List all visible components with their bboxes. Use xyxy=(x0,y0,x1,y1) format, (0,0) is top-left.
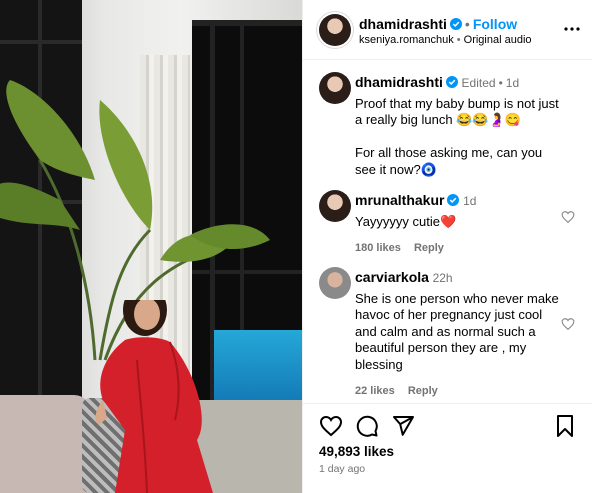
follow-button[interactable]: Follow xyxy=(473,16,517,32)
comments-list[interactable]: dhamidrashti Edited • 1d Proof that my bab… xyxy=(303,60,592,403)
caption-body: dhamidrashti Edited • 1d Proof that my bab… xyxy=(355,74,565,178)
verified-badge-icon xyxy=(445,76,458,88)
bookmark-icon[interactable] xyxy=(553,414,577,438)
author-line: dhamidrashti • Follow xyxy=(359,16,517,32)
caption-meta: dhamidrashti Edited • 1d xyxy=(355,74,565,92)
comment-text: She is one person who never make havoc o… xyxy=(355,290,563,372)
caption-avatar[interactable] xyxy=(319,72,351,104)
photo-sofa xyxy=(0,395,92,493)
caption-time[interactable]: 1d xyxy=(506,76,519,90)
comment-actions: 22 likes Reply xyxy=(355,383,565,400)
caption-edited: Edited xyxy=(461,76,496,90)
post-side-panel: dhamidrashti • Follow kseniya.romanchuk • Or… xyxy=(302,0,592,493)
reply-button[interactable]: Reply xyxy=(414,242,444,254)
separator-dot: • xyxy=(464,16,470,32)
comment-body: carviarkola 22h She is one person who ne… xyxy=(355,269,565,400)
separator-dot: • xyxy=(456,34,461,46)
caption-item: dhamidrashti Edited • 1d Proof that my bab… xyxy=(319,72,581,182)
comment-meta: carviarkola 22h xyxy=(355,269,565,287)
comment-text: Yayyyyyy cutie❤️ xyxy=(355,213,457,229)
photo-woman xyxy=(95,300,213,493)
comment-username[interactable]: carviarkola xyxy=(355,269,429,285)
post-footer: 49,893 likes 1 day ago xyxy=(303,403,592,493)
author-username[interactable]: dhamidrashti xyxy=(359,16,447,32)
comment-like-heart-icon[interactable] xyxy=(561,210,575,224)
caption-username[interactable]: dhamidrashti xyxy=(355,74,443,90)
post-likes-count[interactable]: 49,893 likes xyxy=(319,444,394,459)
caption-text: Proof that my baby bump is not just a re… xyxy=(355,95,559,177)
separator-dot: • xyxy=(498,76,503,90)
author-avatar[interactable] xyxy=(319,14,351,46)
audio-line: kseniya.romanchuk • Original audio xyxy=(359,34,532,46)
comment-meta: mrunalthakur 1d xyxy=(355,192,565,210)
comment-item: carviarkola 22h She is one person who ne… xyxy=(319,267,581,397)
comment-time[interactable]: 1d xyxy=(463,194,476,208)
commenter-avatar[interactable] xyxy=(319,267,351,299)
send-icon[interactable] xyxy=(391,414,415,438)
verified-badge-icon xyxy=(447,194,460,206)
comment-username[interactable]: mrunalthakur xyxy=(355,192,444,208)
comment-time[interactable]: 22h xyxy=(433,271,453,285)
comment-body: mrunalthakur 1d Yayyyyyy cutie❤️ 180 lik… xyxy=(355,192,565,257)
post-header: dhamidrashti • Follow kseniya.romanchuk • Or… xyxy=(303,0,592,60)
more-options-icon[interactable] xyxy=(563,20,581,38)
comment-item: mrunalthakur 1d Yayyyyyy cutie❤️ 180 lik… xyxy=(319,190,581,254)
comment-likes[interactable]: 22 likes xyxy=(355,385,395,397)
comment-actions: 180 likes Reply xyxy=(355,240,565,257)
post-time-ago[interactable]: 1 day ago xyxy=(319,463,365,475)
reply-button[interactable]: Reply xyxy=(408,385,438,397)
post-image[interactable] xyxy=(0,0,302,493)
heart-icon[interactable] xyxy=(319,414,343,438)
audio-label[interactable]: Original audio xyxy=(464,34,532,46)
comment-icon[interactable] xyxy=(355,414,379,438)
verified-badge-icon xyxy=(449,18,462,30)
comment-likes[interactable]: 180 likes xyxy=(355,242,401,254)
commenter-avatar[interactable] xyxy=(319,190,351,222)
audio-user-link[interactable]: kseniya.romanchuk xyxy=(359,34,454,46)
comment-like-heart-icon[interactable] xyxy=(561,317,575,331)
